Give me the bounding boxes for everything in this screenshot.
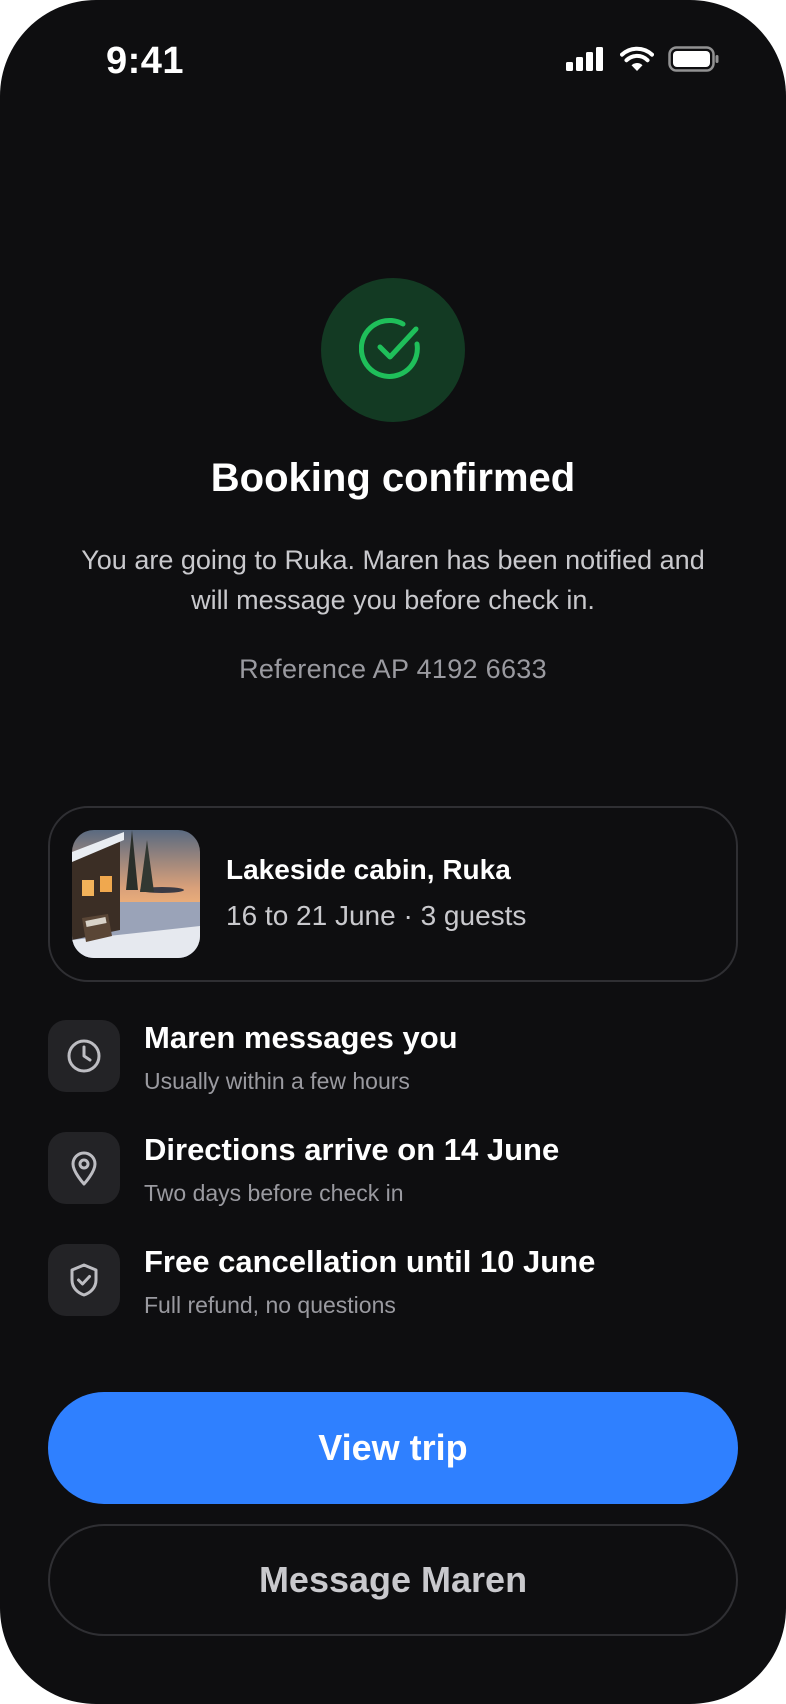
cabin-thumbnail	[72, 830, 200, 958]
trip-text: Lakeside cabin, Ruka 16 to 21 June · 3 g…	[226, 854, 526, 932]
success-badge	[321, 278, 465, 422]
info-row-directions: Directions arrive on 14 June Two days be…	[48, 1132, 738, 1222]
phone-screen: 9:41 Booking confirmed You are going to …	[0, 0, 786, 1704]
wifi-icon	[620, 46, 654, 77]
check-circle-icon	[358, 314, 427, 387]
info-subtitle: Usually within a few hours	[144, 1068, 410, 1094]
cellular-signal-icon	[566, 47, 606, 76]
shield-check-icon	[48, 1244, 120, 1316]
map-pin-icon	[48, 1132, 120, 1204]
info-row-host-message: Maren messages you Usually within a few …	[48, 1020, 738, 1110]
info-row-cancellation: Free cancellation until 10 June Full ref…	[48, 1244, 738, 1334]
info-title: Maren messages you	[144, 1020, 458, 1055]
message-host-button[interactable]: Message Maren	[48, 1524, 738, 1636]
status-time: 9:41	[106, 40, 185, 82]
info-title: Directions arrive on 14 June	[144, 1132, 560, 1167]
info-subtitle: Two days before check in	[144, 1180, 404, 1206]
status-icons	[566, 46, 720, 77]
clock-icon	[48, 1020, 120, 1092]
info-title: Free cancellation until 10 June	[144, 1244, 596, 1279]
view-trip-button[interactable]: View trip	[48, 1392, 738, 1504]
battery-icon	[668, 46, 720, 77]
confirmation-message: You are going to Ruka. Maren has been no…	[81, 545, 705, 615]
trip-card[interactable]: Lakeside cabin, Ruka 16 to 21 June · 3 g…	[48, 806, 738, 982]
booking-reference: Reference AP 4192 6633	[239, 654, 547, 684]
trip-details: 16 to 21 June · 3 guests	[226, 900, 527, 931]
info-subtitle: Full refund, no questions	[144, 1292, 396, 1318]
trip-name: Lakeside cabin, Ruka	[226, 854, 511, 885]
page-title: Booking confirmed	[210, 456, 576, 500]
